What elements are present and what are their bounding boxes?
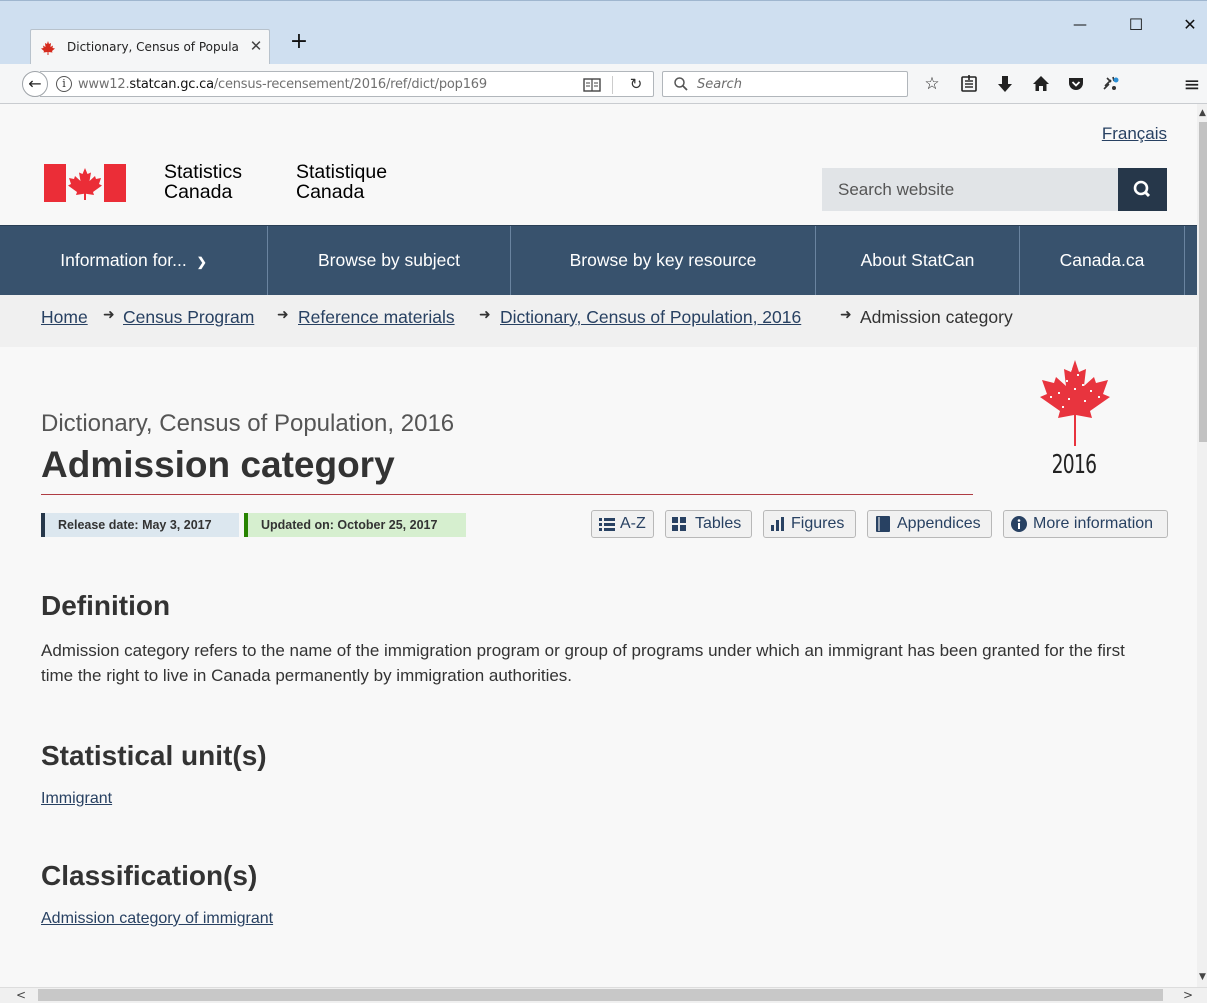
- nav-about-statcan[interactable]: About StatCan: [816, 226, 1020, 296]
- site-search-input[interactable]: Search website: [822, 168, 1118, 211]
- vertical-scrollbar-thumb[interactable]: [1199, 122, 1207, 442]
- tables-button[interactable]: Tables: [665, 510, 752, 538]
- release-date-badge: Release date: May 3, 2017: [41, 513, 239, 537]
- horizontal-scrollbar-thumb[interactable]: [38, 989, 1163, 1001]
- canada-flag-logo: [44, 164, 126, 202]
- az-label: A-Z: [620, 515, 646, 532]
- info-icon[interactable]: i: [56, 76, 72, 92]
- minimize-button[interactable]: —: [1068, 13, 1092, 37]
- breadcrumb-dictionary[interactable]: Dictionary, Census of Population, 2016: [500, 307, 801, 328]
- figures-label: Figures: [791, 515, 845, 532]
- browser-search-placeholder: Search: [697, 77, 742, 92]
- search-icon: [1133, 180, 1151, 198]
- scroll-left-arrow-icon[interactable]: <: [16, 988, 26, 1002]
- nav-browse-by-key-resource[interactable]: Browse by key resource: [511, 226, 816, 296]
- reader-view-icon[interactable]: [583, 77, 601, 93]
- site-search-placeholder: Search website: [838, 180, 955, 199]
- immigrant-link[interactable]: Immigrant: [41, 790, 112, 808]
- menu-icon[interactable]: ≡: [1181, 73, 1203, 95]
- list-icon: [599, 518, 615, 531]
- url-bar[interactable]: i www12.statcan.gc.ca/census-recensement…: [40, 71, 654, 97]
- more-information-button[interactable]: More information: [1003, 510, 1168, 538]
- figures-button[interactable]: Figures: [763, 510, 856, 538]
- az-button[interactable]: A-Z: [591, 510, 654, 538]
- browser-search-input[interactable]: Search: [662, 71, 908, 97]
- bookmark-star-icon[interactable]: ☆: [921, 73, 943, 95]
- more-information-label: More information: [1033, 515, 1154, 532]
- browser-titlebar: Dictionary, Census of Popula ✕ + — ☐ ✕: [0, 0, 1207, 65]
- breadcrumb-arrow-icon: ➜: [840, 307, 852, 323]
- maximize-button[interactable]: ☐: [1124, 13, 1148, 37]
- appendices-label: Appendices: [897, 515, 981, 532]
- wordmark-english: Statistics Canada: [164, 161, 243, 203]
- tab-close-icon[interactable]: ✕: [247, 37, 265, 55]
- page-subtitle: Dictionary, Census of Population, 2016: [41, 410, 455, 437]
- nav-canada-ca[interactable]: Canada.ca: [1020, 226, 1185, 296]
- language-toggle-link[interactable]: Français: [1102, 124, 1167, 144]
- breadcrumb-current: Admission category: [860, 307, 1013, 327]
- census-maple-leaf-logo: [1040, 360, 1110, 446]
- breadcrumb: Home ➜ Census Program ➜ Reference materi…: [0, 295, 1197, 347]
- breadcrumb-arrow-icon: ➜: [103, 307, 115, 323]
- definition-heading: Definition: [41, 590, 171, 621]
- scroll-down-arrow-icon[interactable]: ▼: [1199, 972, 1206, 982]
- breadcrumb-reference-materials[interactable]: Reference materials: [298, 307, 455, 328]
- tab-title: Dictionary, Census of Popula: [67, 40, 239, 54]
- chevron-down-icon: ❯: [196, 255, 207, 269]
- info-circle-icon: [1011, 516, 1027, 532]
- census-logo-year: 2016: [1051, 450, 1097, 480]
- page-title: Admission category: [41, 444, 395, 485]
- breadcrumb-home[interactable]: Home: [41, 307, 88, 328]
- breadcrumb-arrow-icon: ➜: [277, 307, 289, 323]
- definition-text: Admission category refers to the name of…: [41, 641, 1125, 685]
- browser-navbar: i www12.statcan.gc.ca/census-recensement…: [0, 64, 1207, 104]
- breadcrumb-census-program[interactable]: Census Program: [123, 307, 254, 328]
- site-search-button[interactable]: [1118, 168, 1167, 211]
- breadcrumb-arrow-icon: ➜: [479, 307, 491, 323]
- close-window-button[interactable]: ✕: [1178, 13, 1202, 37]
- search-icon: [674, 77, 688, 91]
- classifications-heading: Classification(s): [41, 860, 258, 891]
- admission-category-of-immigrant-link[interactable]: Admission category of immigrant: [41, 910, 273, 928]
- reading-list-icon[interactable]: [958, 73, 980, 95]
- scroll-up-arrow-icon[interactable]: ▲: [1199, 108, 1206, 118]
- scroll-right-arrow-icon[interactable]: >: [1183, 988, 1193, 1002]
- reload-icon[interactable]: ↻: [626, 74, 646, 94]
- appendices-button[interactable]: Appendices: [867, 510, 992, 538]
- url-text[interactable]: www12.statcan.gc.ca/census-recensement/2…: [78, 77, 558, 92]
- browser-tab[interactable]: Dictionary, Census of Popula ✕: [30, 29, 270, 65]
- page-content: Français Statistics Canada Statistique C…: [0, 104, 1197, 987]
- url-separator: [612, 76, 613, 94]
- bar-chart-icon: [771, 517, 784, 531]
- title-divider: [41, 494, 973, 495]
- book-icon: [876, 516, 890, 532]
- nav-browse-by-subject[interactable]: Browse by subject: [268, 226, 511, 296]
- nav-information-for[interactable]: Information for... ❯: [0, 226, 268, 296]
- new-tab-button[interactable]: +: [288, 31, 310, 53]
- main-navigation: Information for... ❯ Browse by subject Br…: [0, 225, 1197, 296]
- table-icon: [672, 517, 686, 531]
- pocket-icon[interactable]: [1065, 73, 1087, 95]
- statistical-units-heading: Statistical unit(s): [41, 740, 267, 771]
- maple-leaf-favicon-icon: [41, 41, 55, 55]
- extension-icon[interactable]: [1100, 73, 1122, 95]
- wordmark-french: Statistique Canada: [296, 161, 388, 203]
- back-icon[interactable]: ←: [22, 71, 48, 97]
- updated-on-badge: Updated on: October 25, 2017: [244, 513, 466, 537]
- home-icon[interactable]: [1030, 73, 1052, 95]
- tables-label: Tables: [695, 515, 742, 532]
- download-icon[interactable]: [994, 73, 1016, 95]
